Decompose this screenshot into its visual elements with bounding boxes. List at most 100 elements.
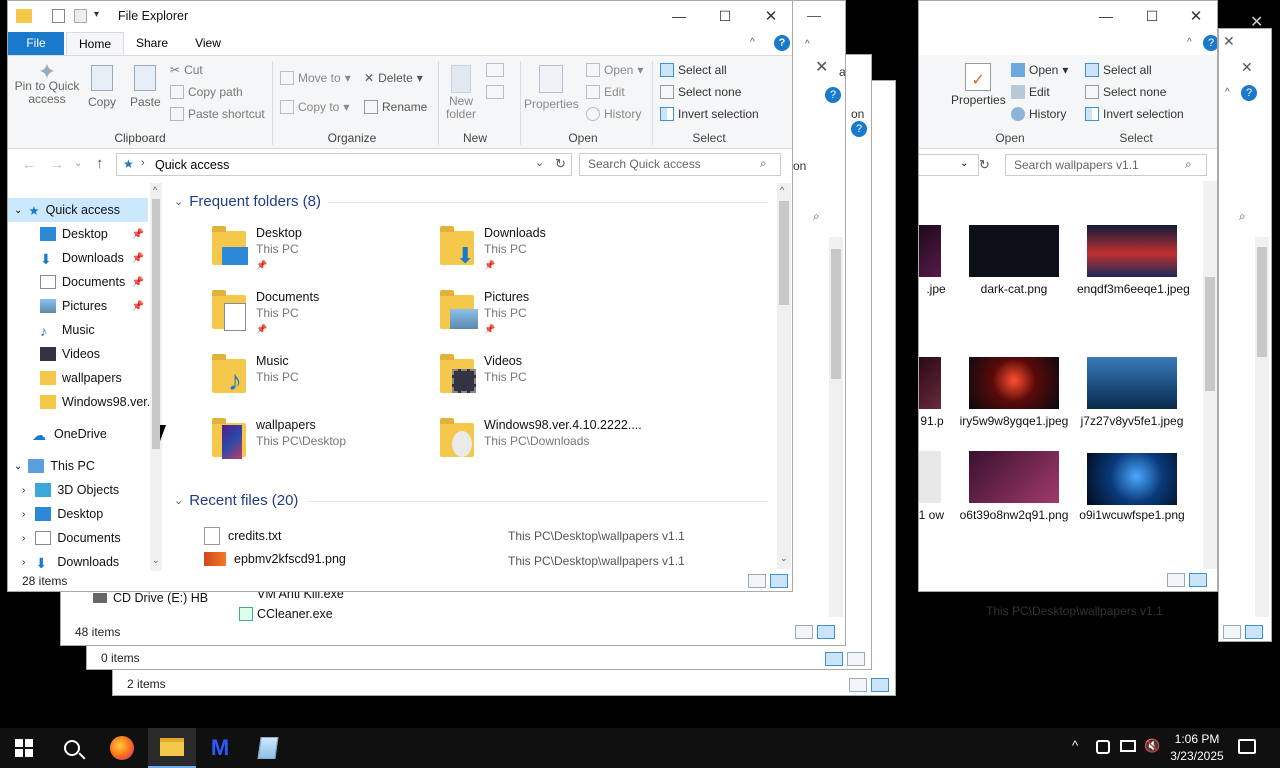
search-icon[interactable]: ⌕ [760, 156, 767, 171]
recent-files-header[interactable]: ⌄ Recent files (20) [174, 492, 298, 509]
new-folder-quick-icon[interactable] [74, 9, 87, 23]
up-button[interactable]: ↑ [96, 155, 104, 172]
chevron-down-icon[interactable]: ⌄ [174, 195, 183, 208]
easy-access-icon[interactable] [486, 85, 504, 99]
open-button[interactable]: Open ▾ [1011, 63, 1068, 77]
folder-tile[interactable]: Desktop This PC 📌 [210, 225, 302, 281]
search-input[interactable]: Search Quick access [579, 153, 781, 176]
close-button[interactable]: ✕ [1173, 1, 1217, 31]
file-explorer-window[interactable]: ▾ File Explorer — ☐ ✕ File Home Share Vi… [7, 0, 793, 592]
nav-scrollbar[interactable]: ^ ⌄ [150, 183, 162, 571]
nav-documents[interactable]: Documents 📌 [8, 270, 148, 294]
chevron-down-icon[interactable]: ⌄ [174, 494, 183, 507]
large-icons-view-icon[interactable] [871, 678, 889, 692]
pin-to-quick-access-button[interactable]: ✦ Pin to Quick access [14, 61, 80, 106]
cut-button[interactable]: ✂ Cut [170, 63, 203, 77]
paste-button[interactable]: Paste [130, 65, 161, 109]
refresh-icon[interactable]: ↻ [979, 157, 990, 173]
file-name[interactable]: enqdf3m6eeqe1.jpeg [1077, 282, 1190, 297]
clock-date[interactable]: 3/23/2025 [1166, 749, 1228, 763]
thumbnail[interactable] [969, 225, 1059, 277]
nav-wallpapers[interactable]: wallpapers [8, 366, 148, 390]
close-icon[interactable]: ✕ [1223, 33, 1235, 50]
nav-pc-downloads[interactable]: › ⬇ Downloads [8, 550, 148, 571]
minimize-icon[interactable]: — [807, 7, 821, 23]
chevron-down-icon[interactable]: ⌄ [14, 461, 22, 472]
new-item-icon[interactable] [486, 63, 504, 77]
new-folder-button[interactable]: New folder [444, 65, 478, 121]
thumbnail[interactable] [969, 451, 1059, 503]
desktop-close-icon[interactable]: ✕ [1250, 12, 1263, 32]
history-button[interactable]: History [586, 107, 641, 121]
start-button[interactable] [0, 728, 48, 768]
details-view-icon[interactable] [748, 574, 766, 588]
chevron-right-icon[interactable]: › [22, 509, 25, 520]
large-icons-view-icon[interactable] [1245, 625, 1263, 639]
help-icon[interactable]: ? [825, 87, 841, 103]
dropdown-icon[interactable]: ⌄ [960, 158, 968, 169]
open-button[interactable]: Open ▾ [586, 63, 643, 77]
nav-videos[interactable]: Videos [8, 342, 148, 366]
chevron-down-icon[interactable]: ⌄ [14, 205, 22, 216]
large-icons-view-icon[interactable] [1189, 573, 1207, 587]
nav-windows98[interactable]: Windows98.ver.4 [8, 390, 158, 414]
invert-selection-button[interactable]: Invert selection [1085, 107, 1184, 121]
properties-button[interactable]: Properties [524, 65, 579, 111]
close-button[interactable]: ✕ [748, 1, 792, 31]
search-icon[interactable]: ⌕ [1185, 157, 1192, 172]
tab-home[interactable]: Home [66, 32, 124, 56]
nav-pc-desktop[interactable]: › Desktop [8, 502, 148, 526]
address-bar[interactable]: ★ › Quick access ⌄ ↻ [116, 153, 572, 176]
thumbnail[interactable] [1087, 357, 1177, 409]
paste-shortcut-button[interactable]: Paste shortcut [170, 107, 265, 121]
nav-desktop[interactable]: Desktop 📌 [8, 222, 148, 246]
collapse-ribbon-icon[interactable]: ^ [805, 39, 810, 50]
minimize-button[interactable]: — [1083, 1, 1129, 31]
nav-onedrive[interactable]: ☁ OneDrive [8, 422, 148, 446]
delete-button[interactable]: ✕ Delete ▾ [364, 71, 423, 85]
forward-button[interactable]: → [50, 156, 64, 172]
move-to-button[interactable]: Move to ▾ [280, 71, 351, 85]
volume-muted-icon[interactable]: 🔇 [1144, 738, 1160, 754]
nav-music[interactable]: ♪ Music [8, 318, 148, 342]
address-dropdown-icon[interactable]: ⌄ [535, 156, 544, 169]
recent-locations-icon[interactable]: ⌄ [74, 158, 82, 169]
notification-icon[interactable] [1238, 739, 1256, 754]
copy-to-button[interactable]: Copy to ▾ [280, 100, 349, 114]
folder-tile[interactable]: Windows98.ver.4.10.2222.... This PC\Downl… [438, 417, 642, 473]
thumbnail[interactable] [919, 225, 941, 277]
details-view-icon[interactable] [795, 625, 813, 639]
quick-access-dropdown-icon[interactable]: ▾ [94, 9, 99, 20]
large-icons-view-icon[interactable] [770, 574, 788, 588]
folder-tile[interactable]: ⬇ Downloads This PC 📌 [438, 225, 546, 281]
properties-quick-icon[interactable] [52, 9, 65, 23]
nav-3d-objects[interactable]: › 3D Objects [8, 478, 148, 502]
select-none-button[interactable]: Select none [660, 85, 741, 99]
file-item[interactable]: CCleaner.exe [257, 607, 333, 621]
refresh-icon[interactable]: ↻ [555, 156, 566, 172]
select-all-button[interactable]: Select all [660, 63, 727, 77]
minimize-button[interactable]: — [656, 1, 702, 31]
folder-tile[interactable]: Pictures This PC 📌 [438, 289, 529, 345]
chevron-right-icon[interactable]: › [22, 485, 25, 496]
help-icon[interactable]: ? [1203, 35, 1217, 51]
show-hidden-icons[interactable]: ^ [1072, 738, 1078, 753]
chevron-right-icon[interactable]: › [22, 533, 25, 544]
search-icon[interactable]: ⌕ [1239, 209, 1246, 224]
folder-tile[interactable]: ♪ Music This PC [210, 353, 299, 409]
maximize-button[interactable]: ☐ [1129, 1, 1175, 31]
file-name[interactable]: iry5w9w8ygqe1.jpeg [959, 414, 1069, 429]
collapse-ribbon-icon[interactable]: ^ [1187, 37, 1192, 48]
large-icons-view-icon[interactable] [847, 652, 865, 666]
thumbnail[interactable] [1087, 225, 1177, 277]
file-name[interactable]: o9i1wcuwfspe1.png [1077, 508, 1187, 523]
address-bar[interactable]: ⌄ [919, 154, 979, 176]
edit-button[interactable]: Edit [1011, 85, 1050, 99]
tab-share[interactable]: Share [130, 32, 174, 55]
clock-time[interactable]: 1:06 PM [1166, 732, 1228, 746]
help-icon[interactable]: ? [1241, 85, 1257, 101]
back-window-d[interactable]: ✕ ✕ ? ^ ⌕ [1218, 28, 1272, 642]
content-scrollbar[interactable]: ^ ⌄ [777, 183, 791, 569]
thumbnail[interactable] [1087, 453, 1177, 505]
folder-tile[interactable]: Documents This PC 📌 [210, 289, 319, 345]
